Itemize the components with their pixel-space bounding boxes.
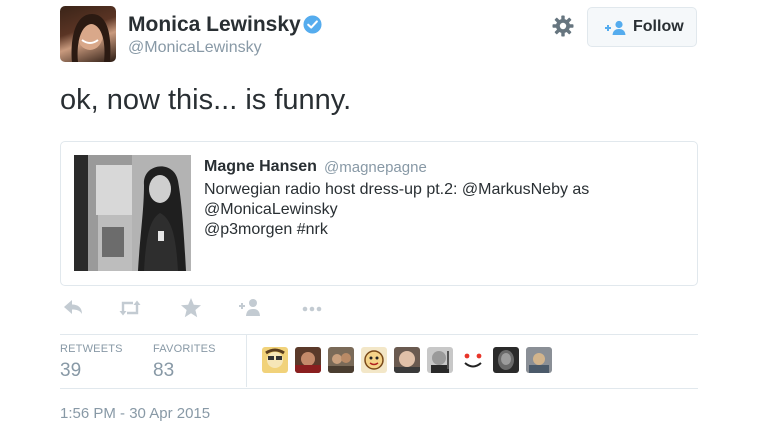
quoted-text-line-2: @MonicaLewinsky bbox=[204, 201, 338, 218]
tweet-text: ok, now this... is funny. bbox=[60, 84, 352, 116]
quoted-author-name[interactable]: Magne Hansen bbox=[204, 158, 317, 176]
follow-user-icon[interactable] bbox=[238, 297, 262, 319]
favoriter-avatar[interactable] bbox=[295, 347, 321, 373]
quoted-tweet-photo[interactable] bbox=[74, 155, 191, 271]
favoriter-avatar[interactable] bbox=[526, 347, 552, 373]
retweets-count[interactable]: 39 bbox=[60, 360, 81, 382]
author-name[interactable]: Monica Lewinsky bbox=[128, 13, 301, 37]
reply-icon[interactable] bbox=[61, 297, 85, 319]
favoriter-avatar[interactable] bbox=[427, 347, 453, 373]
favoriter-avatar[interactable] bbox=[361, 347, 387, 373]
retweets-label: RETWEETS bbox=[60, 343, 123, 355]
favorite-star-icon[interactable] bbox=[179, 297, 203, 319]
gear-icon[interactable] bbox=[551, 14, 575, 38]
favorites-label: FAVORITES bbox=[153, 343, 216, 355]
tweet-timestamp[interactable]: 1:56 PM - 30 Apr 2015 bbox=[60, 405, 210, 422]
favoriter-avatar[interactable] bbox=[328, 347, 354, 373]
retweet-icon[interactable] bbox=[118, 297, 142, 319]
quoted-text-line-3: @p3morgen #nrk bbox=[204, 221, 328, 238]
quoted-text-line-1: Norwegian radio host dress-up pt.2: @Mar… bbox=[204, 181, 590, 198]
follow-user-plus-icon bbox=[605, 20, 626, 35]
divider-top bbox=[60, 334, 698, 335]
favoriter-avatar[interactable] bbox=[460, 347, 486, 373]
follow-label: Follow bbox=[633, 18, 684, 35]
author-handle[interactable]: @MonicaLewinsky bbox=[128, 39, 262, 57]
author-avatar[interactable] bbox=[60, 6, 116, 62]
verified-badge-icon bbox=[303, 15, 322, 34]
favorites-count[interactable]: 83 bbox=[153, 360, 174, 382]
follow-button[interactable]: Follow bbox=[587, 7, 697, 47]
quoted-author-handle[interactable]: @magnepagne bbox=[324, 159, 427, 176]
stats-divider bbox=[246, 335, 247, 387]
favoriter-avatar[interactable] bbox=[493, 347, 519, 373]
favoriter-avatar[interactable] bbox=[394, 347, 420, 373]
divider-bottom bbox=[60, 388, 698, 389]
favoriter-avatar[interactable] bbox=[262, 347, 288, 373]
more-dots-icon[interactable] bbox=[300, 297, 324, 319]
